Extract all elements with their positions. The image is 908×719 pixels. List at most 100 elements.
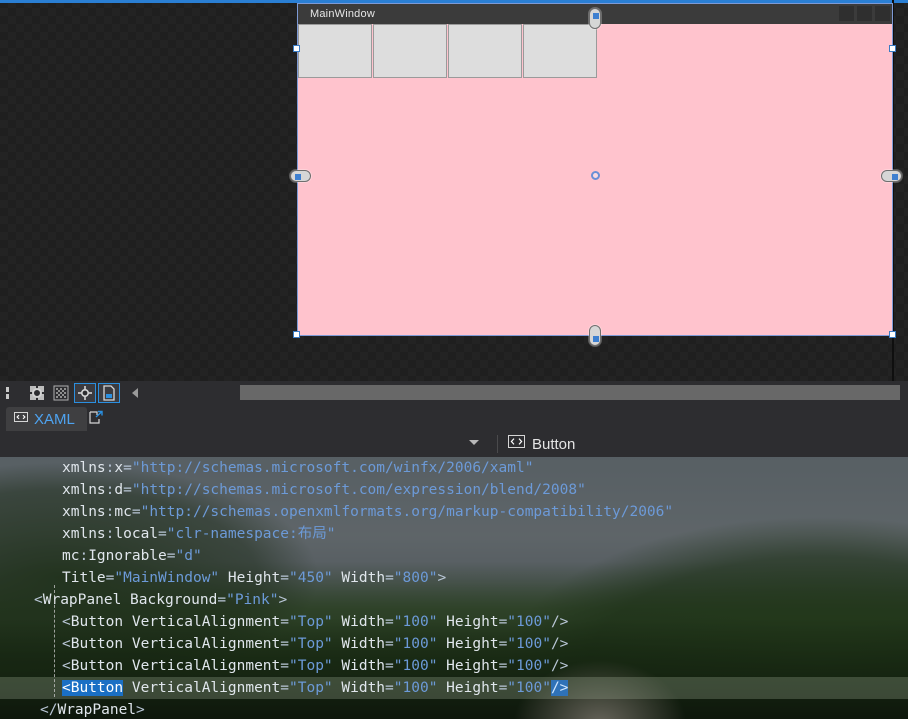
code-token: Background xyxy=(130,592,218,608)
left-resize-grip[interactable] xyxy=(290,170,311,182)
code-line[interactable]: xmlns:local="clr-namespace:布局" xyxy=(0,523,908,545)
code-token: /> xyxy=(550,680,569,696)
maximize-icon xyxy=(857,6,872,21)
code-line[interactable]: Title="MainWindow" Height="450" Width="8… xyxy=(0,567,908,589)
code-line[interactable]: xmlns:x="http://schemas.microsoft.com/wi… xyxy=(0,457,908,479)
code-token: = xyxy=(385,680,394,696)
code-line[interactable]: </WrapPanel> xyxy=(0,699,908,719)
code-token: = xyxy=(385,614,394,630)
code-token: /> xyxy=(550,658,569,674)
code-token: Width xyxy=(341,658,386,674)
code-token: x xyxy=(114,460,124,476)
code-token: "450" xyxy=(289,570,333,586)
code-token: = xyxy=(123,460,132,476)
code-token: = xyxy=(385,658,394,674)
code-token: mc xyxy=(62,548,80,564)
design-window-title: MainWindow xyxy=(310,8,375,20)
code-token: Height xyxy=(227,570,281,586)
code-token: = xyxy=(158,526,167,542)
code-token: xmlns xyxy=(62,460,106,476)
code-token: VerticalAlignment xyxy=(131,680,281,696)
chevron-left-icon[interactable] xyxy=(126,383,144,403)
code-token: mc xyxy=(114,504,132,520)
code-line[interactable]: <Button VerticalAlignment="Top" Width="1… xyxy=(0,677,908,699)
design-button-4[interactable] xyxy=(523,24,597,78)
effects-icon[interactable] xyxy=(50,383,72,403)
code-token: "100" xyxy=(507,658,551,674)
code-token: Width xyxy=(341,614,386,630)
code-line[interactable]: xmlns:d="http://schemas.microsoft.com/ex… xyxy=(0,479,908,501)
code-line[interactable]: <Button VerticalAlignment="Top" Width="1… xyxy=(0,633,908,655)
code-token: = xyxy=(280,636,289,652)
top-grip-dot xyxy=(593,13,599,19)
scrollbar-thumb[interactable] xyxy=(240,385,900,400)
design-button-3[interactable] xyxy=(448,24,522,78)
code-token: "Pink" xyxy=(226,592,279,608)
snap-to-grid-icon[interactable] xyxy=(26,383,48,403)
selection-handle-top-left[interactable] xyxy=(293,45,300,52)
design-time-window[interactable]: MainWindow xyxy=(297,3,893,336)
right-resize-grip[interactable] xyxy=(881,170,902,182)
code-token: Button xyxy=(70,614,124,630)
code-line[interactable]: mc:Ignorable="d" xyxy=(0,545,908,567)
member-dropdown[interactable] xyxy=(0,431,497,457)
code-token: < xyxy=(62,636,71,652)
code-token: /> xyxy=(550,614,569,630)
code-token: "100" xyxy=(393,658,438,674)
code-token: = xyxy=(498,614,508,630)
indent-guide xyxy=(54,585,55,697)
xaml-code-editor[interactable]: xmlns:x="http://schemas.microsoft.com/wi… xyxy=(0,457,908,719)
minimize-icon xyxy=(839,6,854,21)
design-button-2[interactable] xyxy=(373,24,447,78)
snap-to-guides-icon[interactable] xyxy=(74,383,96,403)
chevron-down-icon[interactable] xyxy=(469,440,479,445)
selection-handle-bottom-right[interactable] xyxy=(889,331,896,338)
layout-center-marker[interactable] xyxy=(591,171,600,180)
code-token: "100" xyxy=(393,680,438,696)
selection-handle-top-right[interactable] xyxy=(889,45,896,52)
code-token: "800" xyxy=(393,570,438,586)
code-token: </ xyxy=(40,702,58,718)
left-grip-dot xyxy=(295,174,301,180)
code-token: d xyxy=(114,482,124,498)
wrap-panel-children xyxy=(298,24,892,78)
code-token: VerticalAlignment xyxy=(131,614,281,630)
editor-navigation-bar: Button xyxy=(0,431,908,457)
design-button-1[interactable] xyxy=(298,24,372,78)
designer-toolbar[interactable] xyxy=(0,381,908,405)
bottom-resize-grip[interactable] xyxy=(589,325,601,346)
code-line[interactable]: xmlns:mc="http://schemas.openxmlformats.… xyxy=(0,501,908,523)
code-token: = xyxy=(385,570,394,586)
top-resize-grip[interactable] xyxy=(589,8,601,29)
code-token: = xyxy=(217,592,227,608)
designer-horizontal-scrollbar[interactable] xyxy=(148,381,908,405)
code-token: = xyxy=(280,570,290,586)
code-token: Width xyxy=(341,636,386,652)
selected-element-label: Button xyxy=(532,435,576,453)
code-token: > xyxy=(437,570,447,586)
code-token: xmlns xyxy=(62,504,106,520)
code-token: = xyxy=(385,636,394,652)
code-token: "d" xyxy=(175,548,202,564)
tab-xaml-label: XAML xyxy=(34,410,75,428)
grid-icon[interactable] xyxy=(2,383,24,403)
code-lines[interactable]: xmlns:x="http://schemas.microsoft.com/wi… xyxy=(0,457,908,719)
code-token: = xyxy=(498,636,508,652)
selected-element-breadcrumb[interactable]: Button xyxy=(498,434,908,454)
selection-handle-bottom-left[interactable] xyxy=(293,331,300,338)
code-line[interactable]: <WrapPanel Background="Pink"> xyxy=(0,589,908,611)
close-icon xyxy=(875,6,890,21)
artboard-icon[interactable] xyxy=(98,383,120,403)
code-token: "100" xyxy=(507,680,551,696)
code-token: < xyxy=(62,680,71,696)
design-surface[interactable]: MainWindow xyxy=(0,0,908,381)
code-token: < xyxy=(34,592,43,608)
code-line[interactable]: <Button VerticalAlignment="Top" Width="1… xyxy=(0,655,908,677)
pop-out-window-icon[interactable] xyxy=(86,409,106,427)
code-line[interactable]: <Button VerticalAlignment="Top" Width="1… xyxy=(0,611,908,633)
code-token: xmlns xyxy=(62,526,106,542)
code-token: Button xyxy=(70,636,124,652)
tab-xaml[interactable]: XAML xyxy=(6,407,87,431)
code-angle-brackets-icon xyxy=(14,410,28,429)
